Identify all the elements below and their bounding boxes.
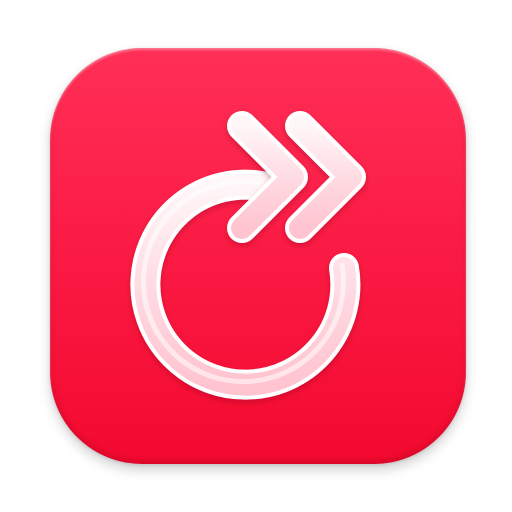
replay-forward-glyph — [130, 111, 366, 400]
app-icon-canvas — [0, 0, 512, 512]
